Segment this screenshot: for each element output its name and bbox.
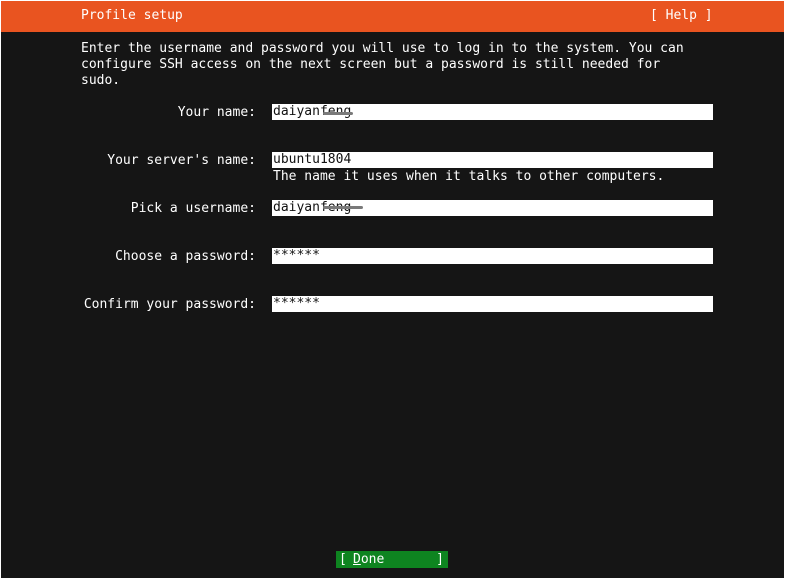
done-bracket-right: ] bbox=[436, 552, 444, 567]
done-bracket-left: [ bbox=[339, 552, 347, 567]
help-button[interactable]: [ Help ] bbox=[650, 8, 713, 24]
installer-screen: Profile setup [ Help ] Enter the usernam… bbox=[1, 1, 784, 578]
server-name-hint: The name it uses when it talks to other … bbox=[273, 169, 665, 184]
header-bar: Profile setup [ Help ] bbox=[1, 1, 784, 32]
password-input[interactable]: ****** bbox=[272, 248, 713, 264]
redaction-mark bbox=[323, 112, 353, 115]
redaction-mark bbox=[323, 206, 363, 209]
page-title: Profile setup bbox=[81, 8, 183, 23]
name-label: Your name: bbox=[177, 105, 256, 120]
done-button[interactable]: [ Done ] bbox=[336, 551, 448, 568]
confirm-password-input[interactable]: ****** bbox=[272, 296, 713, 312]
confirm-password-label: Confirm your password: bbox=[83, 297, 256, 312]
server-name-label: Your server's name: bbox=[107, 153, 256, 168]
intro-text: Enter the username and password you will… bbox=[81, 41, 684, 88]
server-name-input[interactable]: ubuntu1804 bbox=[272, 152, 713, 168]
username-label: Pick a username: bbox=[130, 201, 256, 216]
done-label: Done bbox=[353, 552, 385, 567]
password-label: Choose a password: bbox=[115, 249, 256, 264]
